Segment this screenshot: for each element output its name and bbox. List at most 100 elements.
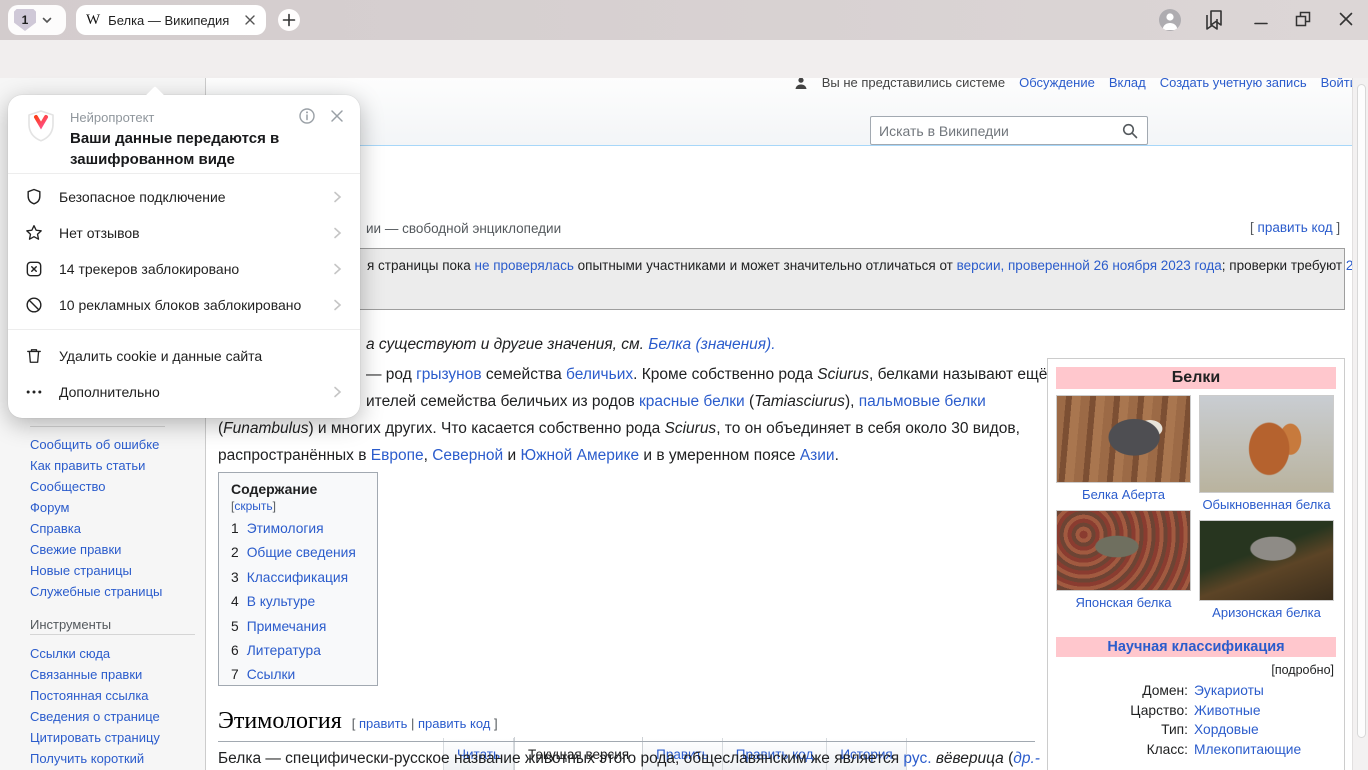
link[interactable]: красные белки xyxy=(639,393,745,410)
link[interactable]: пальмовые белки xyxy=(859,393,986,410)
create-account-link[interactable]: Создать учетную запись xyxy=(1160,78,1307,92)
text-segment: я страницы пока xyxy=(367,258,474,273)
toc-list: 1Этимология2Общие сведения3Классификация… xyxy=(231,517,365,688)
not-logged-label[interactable]: Вы не представились системе xyxy=(822,78,1005,92)
toc-item[interactable]: 6Литература xyxy=(231,639,365,663)
link[interactable]: Азии xyxy=(800,447,835,464)
scrollbar-thumb[interactable] xyxy=(1357,84,1366,738)
link[interactable]: Этимология xyxy=(247,521,324,536)
trash-icon xyxy=(24,346,44,366)
arizona-squirrel-photo[interactable] xyxy=(1199,520,1334,601)
new-tab-button[interactable] xyxy=(278,9,300,31)
info-icon[interactable] xyxy=(298,107,316,125)
tab-counter-button[interactable]: 1 xyxy=(8,5,66,35)
link[interactable]: править xyxy=(359,716,407,731)
link[interactable]: версии, проверенной 26 ноября 2023 года xyxy=(957,258,1222,273)
sidebar-link[interactable]: Как править статьи xyxy=(30,455,162,476)
toc-item[interactable]: 2Общие сведения xyxy=(231,541,365,565)
link[interactable]: Белка (значения). xyxy=(648,336,775,353)
link[interactable]: беличьих xyxy=(566,366,633,383)
restore-icon[interactable] xyxy=(1293,9,1313,29)
sci-classification-header[interactable]: Научная классификация xyxy=(1056,637,1336,657)
link[interactable]: Литература xyxy=(247,643,321,658)
link[interactable]: Хордовые xyxy=(1194,720,1336,740)
toc-hide-link[interactable]: [скрыть] xyxy=(231,499,276,513)
photo-caption[interactable]: Аризонская белка xyxy=(1199,605,1334,621)
text-segment: а существуют и другие значения, см. xyxy=(366,336,648,353)
tab-close-icon[interactable] xyxy=(244,14,256,26)
secure-connection-item[interactable]: Безопасное подключение xyxy=(8,179,360,215)
sidebar-link[interactable]: Ссылки сюда xyxy=(30,643,160,664)
link[interactable]: Классификация xyxy=(247,570,348,585)
search-icon[interactable] xyxy=(1121,122,1139,140)
search-input[interactable] xyxy=(871,123,1121,139)
talk-link[interactable]: Обсуждение xyxy=(1019,78,1095,92)
link[interactable]: Ссылки xyxy=(247,667,296,682)
link[interactable]: рус. xyxy=(903,750,931,767)
text-segment: опытными участниками и может значительно… xyxy=(574,258,957,273)
link[interactable]: др.- xyxy=(1013,750,1040,767)
link[interactable]: править код xyxy=(418,716,490,731)
etymology-paragraph: Белка — специфически-русское название жи… xyxy=(218,750,1040,768)
ads-blocked-item[interactable]: 10 рекламных блоков заблокировано xyxy=(8,287,360,323)
link[interactable]: Млекопитающие xyxy=(1194,740,1336,760)
sidebar-link[interactable]: Цитировать страницу xyxy=(30,727,160,748)
profile-avatar[interactable] xyxy=(1159,9,1181,31)
minimize-icon[interactable] xyxy=(1252,10,1270,28)
link[interactable]: Эукариоты xyxy=(1194,681,1336,701)
trackers-blocked-item[interactable]: 14 трекеров заблокировано xyxy=(8,251,360,287)
reviews-item[interactable]: Нет отзывов xyxy=(8,215,360,251)
toc-item[interactable]: 1Этимология xyxy=(231,517,365,541)
japanese-squirrel-photo[interactable] xyxy=(1056,510,1191,591)
chevron-right-icon xyxy=(330,385,344,399)
hatnote: а существуют и другие значения, см. Белк… xyxy=(366,336,776,354)
detail-link[interactable]: [подробно] xyxy=(1056,663,1334,677)
shield-icon xyxy=(24,187,44,207)
text-segment: 7 xyxy=(231,667,239,682)
more-options-item[interactable]: Дополнительно xyxy=(8,374,360,410)
sidebar-link[interactable]: Сообщить об ошибке xyxy=(30,434,162,455)
delete-cookies-item[interactable]: Удалить cookie и данные сайта xyxy=(8,338,360,374)
link[interactable]: Европе xyxy=(371,447,424,464)
photo-caption[interactable]: Японская белка xyxy=(1056,595,1191,611)
link[interactable]: Общие сведения xyxy=(247,545,356,560)
toc-item[interactable]: 3Классификация xyxy=(231,566,365,590)
sidebar-link[interactable]: Новые страницы xyxy=(30,560,162,581)
popup-app-name: Нейропротект xyxy=(70,110,154,125)
toc-item[interactable]: 7 Ссылки xyxy=(231,663,365,687)
red-squirrel-photo[interactable] xyxy=(1199,395,1334,493)
sidebar-link[interactable]: Сведения о странице xyxy=(30,706,160,727)
sidebar-link[interactable]: Получить короткий xyxy=(30,748,160,769)
link[interactable]: Южной Америке xyxy=(520,447,639,464)
link[interactable]: не проверялась xyxy=(474,258,573,273)
sidebar-link[interactable]: Справка xyxy=(30,518,162,539)
popup-close-icon[interactable] xyxy=(328,107,346,125)
photo-caption[interactable]: Белка Аберта xyxy=(1056,487,1191,503)
aberts-squirrel-photo[interactable] xyxy=(1056,395,1191,483)
side-panel-icon[interactable] xyxy=(1202,8,1226,32)
heading-edit-links[interactable]: [ править | править код ] xyxy=(352,716,498,731)
link[interactable]: скрыть xyxy=(234,499,272,513)
sidebar-link[interactable]: Служебные страницы xyxy=(30,581,162,602)
link[interactable]: Примечания xyxy=(247,619,327,634)
photo-caption[interactable]: Обыкновенная белка xyxy=(1199,497,1334,513)
link[interactable]: грызунов xyxy=(416,366,482,383)
text-segment: Sciurus xyxy=(665,420,717,437)
sidebar-link[interactable]: Связанные правки xyxy=(30,664,160,685)
edit-source-link[interactable]: [ править код ] xyxy=(1250,220,1340,235)
browser-tab[interactable]: W Белка — Википедия xyxy=(76,5,266,35)
toc-item[interactable]: 4В культуре xyxy=(231,590,365,614)
sidebar-link[interactable]: Форум xyxy=(30,497,162,518)
sidebar-link[interactable]: Постоянная ссылка xyxy=(30,685,160,706)
toc-item[interactable]: 5Примечания xyxy=(231,615,365,639)
link[interactable]: Северной xyxy=(432,447,503,464)
link[interactable]: править код xyxy=(1258,220,1333,235)
close-icon[interactable] xyxy=(1337,10,1355,28)
link[interactable]: В культуре xyxy=(247,594,316,609)
link[interactable]: Животные xyxy=(1194,701,1336,721)
user-icon xyxy=(794,78,808,90)
sidebar-link[interactable]: Сообщество xyxy=(30,476,162,497)
contributions-link[interactable]: Вклад xyxy=(1109,78,1146,92)
sidebar-link[interactable]: Свежие правки xyxy=(30,539,162,560)
chevron-right-icon xyxy=(330,298,344,312)
